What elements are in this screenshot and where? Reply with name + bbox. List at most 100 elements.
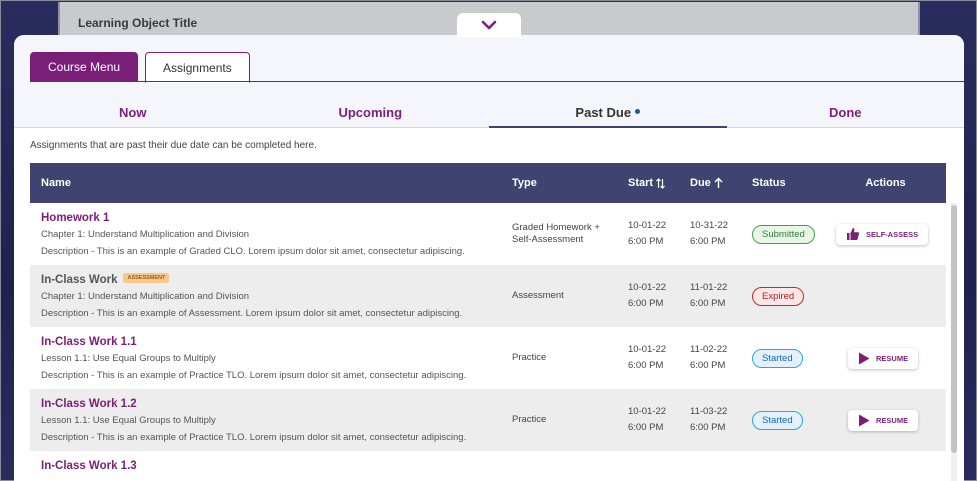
start-date: 10-01-22 — [628, 344, 667, 355]
start-date: 10-01-22 — [628, 282, 667, 293]
collapse-button[interactable] — [457, 13, 521, 37]
cell-name: Homework 1 Chapter 1: Understand Multipl… — [30, 203, 501, 265]
assignments-panel: Course Menu Assignments Now Upcoming Pas… — [14, 35, 964, 481]
cell-due: 11-02-22 6:00 PM — [679, 327, 741, 389]
subtab-done[interactable]: Done — [727, 95, 965, 127]
cell-type: Assessment — [501, 265, 617, 327]
resume-button[interactable]: RESUME — [848, 409, 919, 431]
status-badge: Started — [752, 410, 803, 430]
cell-type: Practice — [501, 327, 617, 389]
assignment-name-link[interactable]: In-Class Work 1.1 — [41, 336, 137, 348]
due-date: 11-03-22 — [690, 406, 728, 417]
cell-name: In-Class Work 1.1 Lesson 1.1: Use Equal … — [30, 327, 501, 389]
play-icon — [859, 414, 870, 426]
assignment-name: In-Class Work — [41, 273, 118, 286]
cell-actions: RESUME — [825, 327, 946, 389]
type-line: Self-Assessment — [512, 234, 584, 245]
assignment-description: Description - This is an example of Prac… — [41, 431, 467, 443]
assignment-description: Description - This is an example of Asse… — [41, 307, 463, 319]
start-date: 10-01-22 — [628, 406, 667, 417]
scrollbar[interactable] — [951, 203, 957, 481]
cell-start: 10-01-22 6:00 PM — [617, 389, 679, 451]
start-time: 6:00 PM — [628, 422, 664, 433]
cell-due: 10-31-22 6:00 PM — [679, 203, 741, 265]
tab-assignments[interactable]: Assignments — [145, 52, 250, 83]
resume-label: RESUME — [876, 353, 909, 363]
header-due[interactable]: Due — [679, 163, 741, 203]
thumbs-up-icon — [847, 228, 860, 240]
cell-start: 10-01-22 6:00 PM — [617, 327, 679, 389]
header-due-label: Due — [690, 176, 711, 189]
cell-type: Practice — [501, 389, 617, 451]
table-header-row: Name Type Start Due Status Actions — [30, 163, 946, 203]
start-time: 6:00 PM — [628, 360, 664, 371]
due-time: 6:00 PM — [690, 360, 726, 371]
assignment-name-link[interactable]: Homework 1 — [41, 212, 109, 224]
subtab-now-label: Now — [119, 105, 147, 120]
subtab-upcoming-label: Upcoming — [338, 105, 403, 120]
assignments-table: Name Type Start Due Status Actions Homew… — [30, 163, 946, 472]
subtab-now[interactable]: Now — [14, 95, 252, 127]
due-time: 6:00 PM — [690, 298, 726, 309]
type-line: Practice — [512, 414, 547, 425]
chevron-down-icon — [481, 20, 497, 30]
tab-course-menu[interactable]: Course Menu — [30, 52, 139, 82]
header-actions: Actions — [865, 177, 906, 189]
cell-status: Expired — [741, 265, 825, 327]
header-start-label: Start — [628, 177, 654, 189]
learning-object-title: Learning Object Title — [78, 16, 198, 30]
cell-actions: RESUME — [825, 389, 946, 451]
resume-button[interactable]: RESUME — [848, 347, 919, 369]
cell-status: Started — [741, 389, 825, 451]
header-status: Status — [752, 177, 786, 189]
cell-status: Started — [741, 327, 825, 389]
cell-name: In-Class Work 1.2 Lesson 1.1: Use Equal … — [30, 389, 501, 451]
assignment-description: Description - This is an example of Prac… — [41, 369, 467, 381]
header-name: Name — [41, 177, 71, 189]
subtab-upcoming[interactable]: Upcoming — [252, 95, 490, 127]
assignment-subtitle: Lesson 1.1: Use Equal Groups to Multiply — [41, 414, 216, 426]
assignments-table-container: Name Type Start Due Status Actions Homew… — [30, 163, 946, 481]
assignment-subtitle: Chapter 1: Understand Multiplication and… — [41, 290, 250, 302]
assignment-name-link[interactable]: In-Class Work 1.3 — [41, 460, 137, 472]
arrow-up-icon — [714, 177, 723, 189]
table-row: Homework 1 Chapter 1: Understand Multipl… — [30, 203, 946, 265]
due-date: 11-01-22 — [690, 282, 728, 293]
sort-arrows-icon — [656, 177, 665, 189]
status-badge: Expired — [752, 286, 805, 306]
cell-due: 11-03-22 6:00 PM — [679, 389, 741, 451]
play-icon — [859, 352, 870, 364]
subtab-done-label: Done — [829, 105, 862, 120]
status-badge: Submitted — [752, 224, 815, 244]
self-assess-button[interactable]: SELF-ASSESS — [836, 223, 929, 245]
type-line: Assessment — [512, 290, 564, 301]
cell-start: 10-01-22 6:00 PM — [617, 203, 679, 265]
table-row: In-Class Work ASSESSMENT Chapter 1: Under… — [30, 265, 946, 327]
header-type: Type — [512, 177, 537, 189]
cell-actions — [825, 265, 946, 327]
status-badge: Started — [752, 348, 803, 368]
cell-status: Submitted — [741, 203, 825, 265]
due-date: 11-02-22 — [690, 344, 728, 355]
table-row: In-Class Work 1.3 — [30, 451, 946, 472]
subtab-past-due-label: Past Due — [575, 105, 632, 120]
table-row: In-Class Work 1.1 Lesson 1.1: Use Equal … — [30, 327, 946, 389]
assignment-name-link[interactable]: In-Class Work 1.2 — [41, 398, 137, 410]
type-line: Graded Homework + — [512, 222, 600, 233]
cell-name: In-Class Work 1.3 — [30, 451, 501, 472]
cell-start: 10-01-22 6:00 PM — [617, 265, 679, 327]
header-start[interactable]: Start — [617, 163, 679, 203]
type-line: Practice — [512, 352, 547, 363]
subtab-past-due[interactable]: Past Due — [489, 95, 727, 128]
assignment-description: Description - This is an example of Grad… — [41, 245, 465, 257]
due-time: 6:00 PM — [690, 422, 726, 433]
assignment-filter-tabs: Now Upcoming Past Due Done — [14, 95, 964, 128]
cell-type: Graded Homework + Self-Assessment — [501, 203, 617, 265]
info-text: Assignments that are past their due date… — [30, 140, 317, 151]
table-row: In-Class Work 1.2 Lesson 1.1: Use Equal … — [30, 389, 946, 451]
start-time: 6:00 PM — [628, 298, 664, 309]
assignment-subtitle: Lesson 1.1: Use Equal Groups to Multiply — [41, 352, 216, 364]
start-date: 10-01-22 — [628, 220, 667, 231]
self-assess-label: SELF-ASSESS — [866, 229, 919, 239]
scrollbar-thumb[interactable] — [951, 205, 957, 453]
